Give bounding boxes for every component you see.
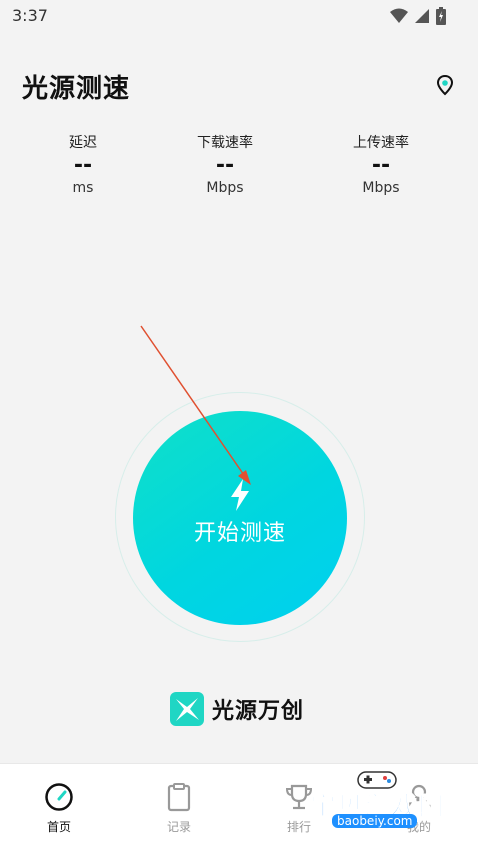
status-bar: 3:37 [0,0,478,34]
download-value: -- [215,153,235,178]
download-metric: 下载速率 -- Mbps [170,132,280,196]
page-title: 光源测速 [22,74,131,104]
brand-name: 光源万创 [212,699,305,724]
wifi-icon [390,8,408,23]
download-unit: Mbps [206,180,244,196]
watermark-url: baobeiy.com [332,814,418,828]
speedometer-icon [45,783,73,811]
nav-item-records[interactable]: 记录 [139,782,219,835]
cell-signal-icon [415,9,429,23]
nav-label-home: 首页 [46,820,71,834]
clipboard-icon [167,783,191,812]
upload-label: 上传速率 [353,135,409,151]
latency-value: -- [73,153,93,178]
upload-metric: 上传速率 -- Mbps [326,132,436,196]
upload-unit: Mbps [362,180,400,196]
start-test-label: 开始测速 [193,521,286,546]
brand-logo-icon [170,692,204,726]
brand: 光源万创 [170,692,304,726]
start-test-button[interactable]: 开始测速 [133,411,347,625]
lightning-icon [231,479,249,511]
location-pin-icon[interactable] [434,74,456,96]
latency-metric: 延迟 -- ms [28,132,138,196]
download-label: 下载速率 [197,135,253,151]
status-icons [390,7,446,25]
battery-icon [436,7,446,25]
nav-item-home[interactable]: 首页 [19,782,99,835]
status-time: 3:37 [12,6,48,25]
watermark: 宝贝游戏网 baobeiy.com [304,768,454,834]
latency-unit: ms [72,180,94,196]
nav-label-records: 记录 [166,820,191,834]
upload-value: -- [371,153,391,178]
latency-label: 延迟 [69,135,97,151]
